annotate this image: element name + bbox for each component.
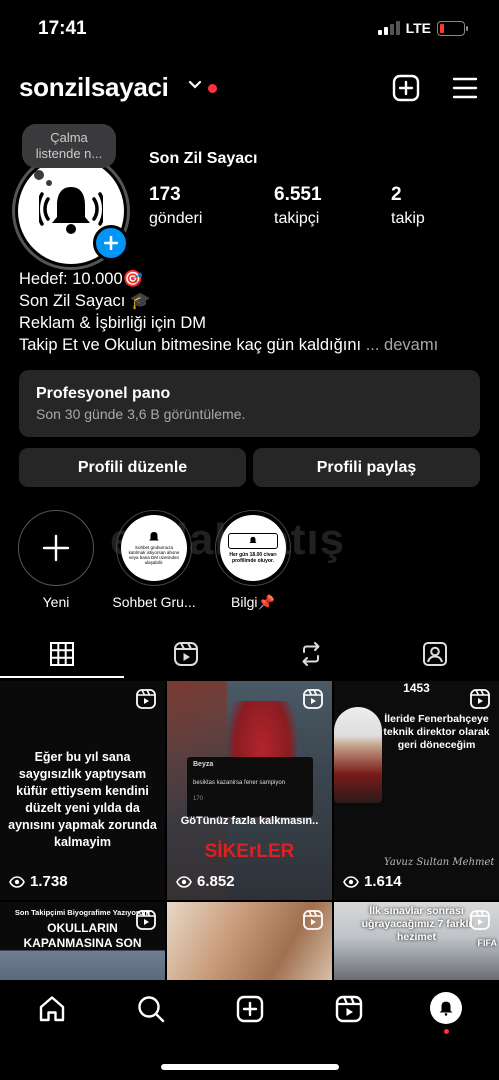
grid-post-6[interactable]: İlk sınavlar sonrası uğrayacağımız 7 far…: [334, 902, 499, 980]
signal-icon: [377, 21, 400, 35]
note-line-1: Çalma: [50, 130, 88, 145]
grid-icon[interactable]: [48, 640, 76, 668]
dashboard-subtitle: Son 30 günde 3,6 B görüntüleme.: [36, 406, 246, 422]
eye-icon: [343, 875, 359, 888]
reel-icon: [303, 910, 323, 930]
view-count: 1.738: [9, 873, 68, 890]
plus-icon: [104, 236, 118, 250]
bio-line: Hedef: 10.000🎯: [19, 270, 144, 288]
active-tab-indicator: [0, 676, 124, 678]
eye-icon: [176, 875, 192, 888]
edit-profile-button[interactable]: Profili düzenle: [19, 448, 246, 487]
reels-icon[interactable]: [172, 640, 200, 668]
bell-icon: [39, 187, 103, 234]
dashboard-title: Profesyonel pano: [36, 385, 171, 402]
tweet-text: besiktas kazanirsa fener sampiyon: [193, 780, 286, 786]
note-bubble-tail-small: [46, 180, 52, 186]
profile-bio: Hedef: 10.000🎯 Son Zil Sayacı 🎓 Reklam &…: [19, 268, 438, 356]
share-profile-button[interactable]: Profili paylaş: [253, 448, 480, 487]
view-count-value: 6.852: [197, 873, 235, 890]
stat-posts[interactable]: 173 gönderi: [149, 184, 202, 228]
stat-posts-value: 173: [149, 184, 181, 205]
post-side-text: FIFA: [477, 938, 498, 948]
bell-icon: [439, 1001, 453, 1016]
profile-username[interactable]: sonzilsayaci: [19, 72, 169, 103]
profile-notification-dot: [444, 1029, 449, 1034]
create-icon[interactable]: [392, 74, 420, 102]
grid-post-4[interactable]: Son Takipçimi Biyografime Yazıyorum OKUL…: [0, 902, 165, 980]
stat-posts-label: gönderi: [149, 210, 203, 227]
view-count-value: 1.738: [30, 873, 68, 890]
profile-display-name: Son Zil Sayacı: [149, 150, 258, 167]
reel-icon: [470, 689, 490, 709]
plus-icon: [42, 534, 70, 562]
stat-following[interactable]: 2 takip: [391, 184, 425, 228]
eye-icon: [9, 875, 25, 888]
bio-more-link[interactable]: ... devamı: [366, 336, 438, 354]
reels-nav-icon[interactable]: [334, 994, 364, 1024]
stat-following-label: takip: [391, 210, 425, 227]
note-bubble[interactable]: Çalma listende n...: [22, 124, 116, 168]
menu-icon[interactable]: [452, 76, 478, 100]
profile-tab-avatar[interactable]: [430, 992, 462, 1024]
bio-line: Takip Et ve Okulun bitmesine kaç gün kal…: [19, 336, 362, 354]
stat-followers-value: 6.551: [274, 184, 322, 205]
home-icon[interactable]: [37, 994, 67, 1024]
reel-icon: [303, 689, 323, 709]
post-signature: Yavuz Sultan Mehmet: [384, 857, 495, 868]
chevron-down-icon[interactable]: [188, 80, 202, 90]
status-indicators: LTE: [377, 20, 468, 36]
bio-line: Reklam & İşbirliği için DM: [19, 314, 207, 332]
note-line-2: listende n...: [35, 146, 103, 161]
highlight-label: Bilgi📌: [231, 594, 275, 610]
grid-post-5[interactable]: [167, 902, 332, 980]
view-count-value: 1.614: [364, 873, 402, 890]
highlight-thumbnail-text: Sohbet grubumuza katılmak istiyorsan abo…: [128, 545, 180, 565]
note-bubble-tail: [34, 170, 44, 180]
tweet-meta: 170: [193, 796, 204, 802]
highlight-new[interactable]: Yeni: [18, 510, 94, 610]
bio-line: Son Zil Sayacı 🎓: [19, 292, 151, 310]
reposts-icon[interactable]: [297, 640, 325, 668]
reel-icon: [470, 910, 490, 930]
post-caption-large: SİKErLER: [204, 841, 295, 862]
grid-post-1[interactable]: Eğer bu yıl sana saygısızlık yaptıysam k…: [0, 681, 165, 900]
add-story-button[interactable]: [93, 225, 129, 261]
bell-icon: [249, 536, 257, 543]
home-indicator: [161, 1064, 339, 1070]
battery-icon: [437, 20, 468, 36]
network-type: LTE: [405, 20, 431, 36]
view-count: 1.614: [343, 873, 402, 890]
reel-icon: [136, 910, 156, 930]
status-time: 17:41: [38, 18, 87, 39]
post-caption: GöTünüz fazla kalkmasın..: [180, 815, 319, 827]
stat-followers[interactable]: 6.551 takipçi: [274, 184, 322, 228]
professional-dashboard[interactable]: Profesyonel pano Son 30 günde 3,6 B görü…: [19, 370, 480, 437]
grid-post-2[interactable]: Beyza besiktas kazanirsa fener sampiyon …: [167, 681, 332, 900]
highlight-bilgi[interactable]: Her gün 18.00 civarı profilimde oluyor. …: [215, 510, 291, 611]
notification-dot: [208, 84, 217, 93]
bell-icon: [149, 532, 159, 541]
tagged-icon[interactable]: [421, 640, 449, 668]
grid-post-3[interactable]: 1453 İleride Fenerbahçeye teknik direkto…: [334, 681, 499, 900]
stat-followers-label: takipçi: [274, 210, 320, 227]
reel-icon: [136, 689, 156, 709]
highlight-sohbet[interactable]: Sohbet grubumuza katılmak istiyorsan abo…: [112, 510, 196, 610]
search-icon[interactable]: [136, 994, 166, 1024]
stat-following-value: 2: [391, 184, 402, 205]
highlight-thumbnail-text: Her gün 18.00 civarı profilimde oluyor.: [229, 551, 277, 564]
post-text: Eğer bu yıl sana saygısızlık yaptıysam k…: [8, 750, 157, 849]
tweet-user: Beyza: [193, 761, 214, 768]
post-text: İleride Fenerbahçeye teknik direktor ola…: [383, 713, 490, 751]
view-count: 6.852: [176, 873, 235, 890]
create-post-icon[interactable]: [235, 994, 265, 1024]
